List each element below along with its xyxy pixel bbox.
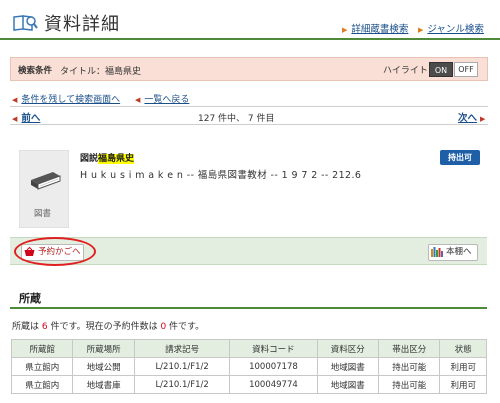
next-label[interactable]: 次へ [458,113,477,124]
item-info: H u k u s i m a k e n -- 福島県図書教材 -- 1 9 … [80,170,362,181]
pager-position: 127 件中、 7 件目 [198,114,275,124]
holdings-heading: 所蔵 [19,292,41,305]
highlight-off-button[interactable]: OFF [454,62,478,77]
title-prefix: 図説 [80,154,99,164]
table-cell: 100049774 [229,375,318,394]
summary-middle: 件です。現在の予約件数は [47,322,161,332]
highlight-on-button[interactable]: ON [429,62,453,77]
table-cell: 県立館内 [10,357,74,376]
book-type-caption: 図書 [34,209,52,219]
bookshelf-icon [431,247,443,257]
pager-divider [10,124,488,125]
column-header: 状態 [439,339,487,358]
advanced-search-link[interactable]: ▶ 詳細蔵書検索 [342,21,408,35]
search-condition-text: タイトル：福島県史 [60,67,142,77]
table-cell: 持出可能 [377,357,441,376]
holdings-table: 所蔵館 所蔵場所 請求記号 資料コード 資料区分 帯出区分 状態 県立館内 地域… [10,339,487,394]
table-cell: L/210.1/F1/2 [133,375,231,394]
pager-divider [10,106,488,107]
holdings-divider [10,307,487,309]
column-header: 資料区分 [316,339,379,358]
holdings-summary: 所蔵は 6 件です。現在の予約件数は 0 件です。 [12,319,204,332]
triangle-right-icon: ▶ [480,115,486,123]
back-to-search-label[interactable]: 条件を残して検索画面へ [21,95,120,105]
prev-link[interactable]: ◀ 前へ [12,110,40,124]
loan-status-badge: 持出可 [440,150,480,165]
table-cell: 地域公開 [72,357,135,376]
table-cell: 100007178 [229,357,318,376]
advanced-search-label[interactable]: 詳細蔵書検索 [351,24,408,35]
table-cell: 地域図書 [316,357,379,376]
genre-search-label[interactable]: ジャンル検索 [427,24,484,35]
title-highlight: 福島県史 [98,154,135,164]
table-cell: L/210.1/F1/2 [133,357,231,376]
table-cell: 県立館内 [10,375,74,394]
table-cell: 利用可 [439,375,487,394]
book-search-icon [13,15,38,31]
book-icon [31,172,61,190]
table-row: 県立館内 地域公開 L/210.1/F1/2 100007178 地域図書 持出… [10,357,487,376]
table-cell: 持出可能 [377,375,441,394]
triangle-right-icon: ▶ [342,26,348,34]
triangle-left-icon: ◀ [12,96,18,104]
table-cell: 利用可 [439,357,487,376]
genre-search-link[interactable]: ▶ ジャンル検索 [418,21,484,35]
back-to-list-label[interactable]: 一覧へ戻る [144,95,189,105]
search-condition-label: 検索条件 [18,66,53,76]
next-link[interactable]: 次へ ▶ [458,110,485,124]
annotation-circle [14,237,96,266]
triangle-right-icon: ▶ [418,26,424,34]
summary-suffix: 件です。 [166,322,205,332]
table-cell: 地域書庫 [72,375,135,394]
column-header: 帯出区分 [377,339,441,358]
header-divider [0,38,500,40]
triangle-left-icon: ◀ [135,96,141,104]
item-title: 図説福島県史 [80,151,135,164]
column-header: 所蔵館 [10,339,74,358]
triangle-left-icon: ◀ [12,115,18,123]
back-to-list-link[interactable]: ◀ 一覧へ戻る [135,92,189,105]
page-title: 資料詳細 [44,14,120,35]
column-header: 資料コード [229,339,318,358]
table-header-row: 所蔵館 所蔵場所 請求記号 資料コード 資料区分 帯出区分 状態 [10,339,487,358]
table-row: 県立館内 地域書庫 L/210.1/F1/2 100049774 地域図書 持出… [10,375,487,394]
column-header: 所蔵場所 [72,339,135,358]
table-cell: 地域図書 [316,375,379,394]
prev-label[interactable]: 前へ [21,113,40,124]
column-header: 請求記号 [133,339,231,358]
summary-prefix: 所蔵は [12,322,42,332]
back-to-search-link[interactable]: ◀ 条件を残して検索画面へ [12,92,120,105]
